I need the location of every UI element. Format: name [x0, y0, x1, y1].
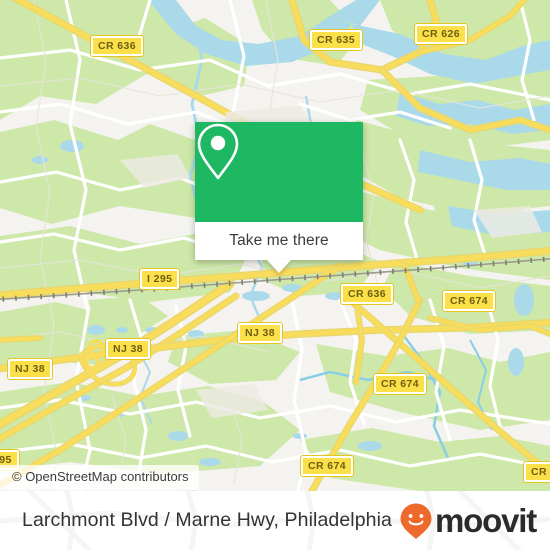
road-shield[interactable]: CR 626: [413, 23, 469, 45]
footer-bar: Larchmont Blvd / Marne Hwy, Philadelphia…: [0, 491, 550, 550]
callout-action-label: Take me there: [229, 232, 329, 249]
road-shield[interactable]: CR 636: [339, 283, 395, 305]
callout-pointer: [267, 260, 291, 273]
road-shield[interactable]: CR 674: [299, 455, 355, 477]
map-pin-icon: [197, 123, 239, 180]
callout-icon-panel: [195, 122, 363, 222]
road-shield[interactable]: CR 674: [372, 373, 428, 395]
callout-card[interactable]: Take me there: [195, 122, 363, 260]
page-title: Larchmont Blvd / Marne Hwy, Philadelphia: [22, 509, 392, 531]
road-shield[interactable]: CR 636: [89, 35, 145, 57]
road-shield[interactable]: I 295: [138, 268, 181, 290]
road-shield[interactable]: CR 635: [308, 29, 364, 51]
moovit-station-map-card: CR 636 CR 635 CR 626 I 295 CR 636 CR 674…: [0, 0, 550, 550]
moovit-logo[interactable]: moovit: [399, 491, 537, 550]
map-attribution[interactable]: © OpenStreetMap contributors: [0, 465, 199, 490]
road-shield[interactable]: NJ 38: [6, 358, 54, 380]
map-canvas[interactable]: CR 636 CR 635 CR 626 I 295 CR 636 CR 674…: [0, 0, 550, 491]
callout-action[interactable]: Take me there: [195, 222, 363, 260]
road-shield[interactable]: NJ 38: [236, 322, 284, 344]
location-callout[interactable]: Take me there: [195, 122, 363, 273]
moovit-wordmark: moovit: [435, 502, 537, 539]
road-shield[interactable]: CR 674: [441, 290, 497, 312]
moovit-pin-icon: [400, 503, 432, 539]
road-shield[interactable]: NJ 38: [104, 338, 152, 360]
road-shield[interactable]: CR 6: [523, 461, 550, 483]
